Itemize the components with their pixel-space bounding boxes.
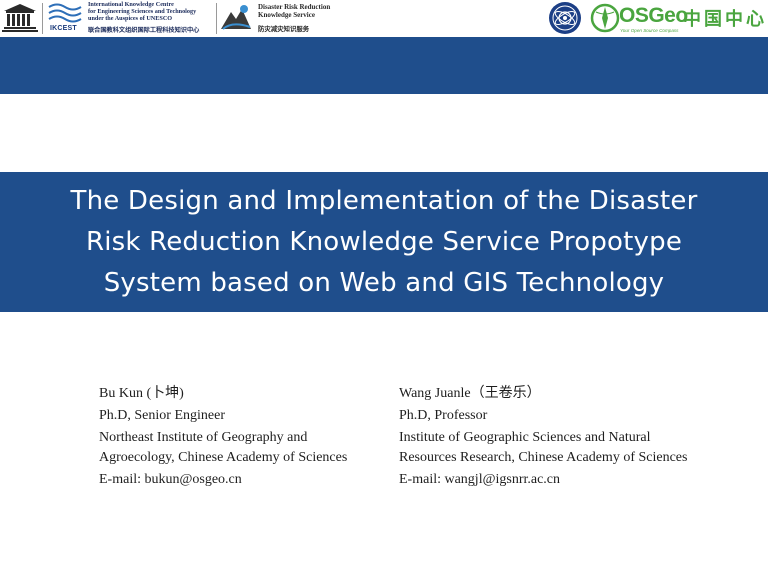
ikcest-tag: IKCEST xyxy=(50,25,77,32)
cas-seal-logo xyxy=(548,1,582,35)
drr-chinese-name: 防灾减灾知识服务 xyxy=(258,25,310,33)
ikcest-logo: IKCEST International Knowledge Centre fo… xyxy=(48,0,216,36)
drr-knowledge-service-logo: Disaster Risk Reduction Knowledge Servic… xyxy=(220,0,345,36)
slide-title: The Design and Implementation of the Dis… xyxy=(34,181,734,304)
author-degree: Ph.D, Professor xyxy=(399,408,488,423)
osgeo-tagline: Your Open Source Compass xyxy=(620,28,679,33)
osgeo-chinese-name: 中国中心 xyxy=(683,9,767,30)
title-band: The Design and Implementation of the Dis… xyxy=(0,172,768,312)
ikcest-wave-icon xyxy=(48,3,82,23)
ikcest-text: International Knowledge Centre for Engin… xyxy=(88,1,197,23)
author-block-bu-kun: Bu Kun (卜坤) Ph.D, Senior Engineer Northe… xyxy=(99,384,347,490)
osgeo-china-logo: OSGeo 中国中心 Your Open Source Compass xyxy=(590,0,766,36)
osgeo-name: OSGeo xyxy=(619,4,688,27)
author-block-wang-juanle: Wang Juanle（王卷乐） Ph.D, Professor Institu… xyxy=(399,384,687,490)
author-degree: Ph.D, Senior Engineer xyxy=(99,408,225,423)
author-affiliation: Northeast Institute of Geography and xyxy=(99,430,308,445)
author-email: E-mail: wangjl@igsnrr.ac.cn xyxy=(399,472,561,487)
drr-mountain-icon xyxy=(221,5,251,30)
header-divider xyxy=(42,3,43,34)
title-line: The Design and Implementation of the Dis… xyxy=(70,185,698,216)
drr-text: Disaster Risk Reduction Knowledge Servic… xyxy=(258,3,331,19)
top-color-band xyxy=(0,37,768,94)
osgeo-compass-icon xyxy=(590,3,620,33)
author-name: Bu Kun (卜坤) xyxy=(99,386,184,401)
author-name: Wang Juanle（王卷乐） xyxy=(399,386,541,401)
header-logo-bar: IKCEST International Knowledge Centre fo… xyxy=(0,0,768,37)
author-affiliation: Agroecology, Chinese Academy of Sciences xyxy=(99,450,348,465)
title-line: Risk Reduction Knowledge Service Propoty… xyxy=(85,226,683,257)
unesco-logo xyxy=(2,2,38,32)
author-affiliation: Resources Research, Chinese Academy of S… xyxy=(399,450,688,465)
ikcest-chinese-name: 联合国教科文组织国际工程科技知识中心 xyxy=(88,27,200,34)
author-email: E-mail: bukun@osgeo.cn xyxy=(99,472,242,487)
title-line: System based on Web and GIS Technology xyxy=(103,267,665,298)
author-affiliation: Institute of Geographic Sciences and Nat… xyxy=(399,430,651,445)
header-divider xyxy=(216,3,217,34)
